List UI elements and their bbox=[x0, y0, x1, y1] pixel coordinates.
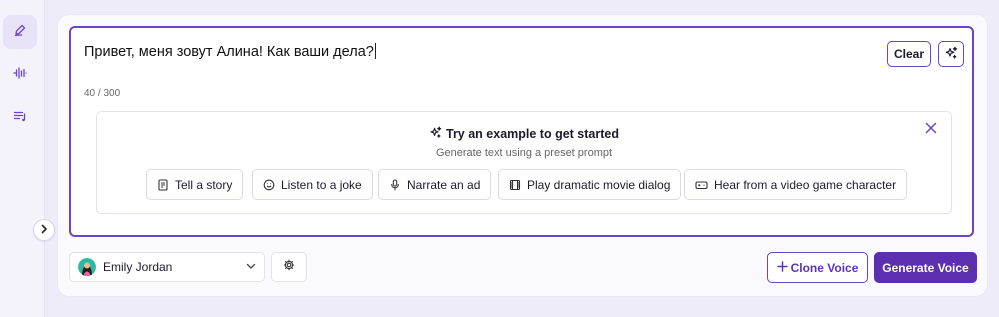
example-chip-ad[interactable]: Narrate an ad bbox=[378, 169, 492, 200]
film-icon bbox=[509, 179, 521, 191]
example-chip-story[interactable]: Tell a story bbox=[146, 169, 244, 200]
sidebar-expand-button[interactable] bbox=[33, 219, 55, 241]
enhance-button[interactable] bbox=[938, 41, 964, 67]
sparkle-icon bbox=[944, 46, 958, 63]
example-chip-game-character[interactable]: Hear from a video game character bbox=[684, 169, 908, 200]
generate-voice-button[interactable]: Generate Voice bbox=[874, 252, 977, 283]
examples-panel: Try an example to get started Generate t… bbox=[96, 111, 952, 214]
clone-voice-button[interactable]: Clone Voice bbox=[767, 252, 868, 283]
voice-selector[interactable]: Emily Jordan bbox=[69, 252, 265, 282]
example-chip-label: Hear from a video game character bbox=[714, 177, 897, 192]
clone-voice-label: Clone Voice bbox=[790, 260, 859, 275]
sidebar bbox=[0, 0, 45, 317]
close-icon bbox=[925, 121, 937, 139]
example-chip-joke[interactable]: Listen to a joke bbox=[252, 169, 373, 200]
example-chip-label: Play dramatic movie dialog bbox=[527, 177, 671, 192]
clear-button[interactable]: Clear bbox=[887, 41, 931, 67]
examples-subtitle: Generate text using a preset prompt bbox=[435, 147, 613, 159]
voice-settings-button[interactable] bbox=[271, 252, 307, 282]
examples-close-button[interactable] bbox=[923, 122, 939, 138]
prompt-text: Привет, меня зовут Алина! Как ваши дела? bbox=[84, 44, 374, 60]
text-caret bbox=[374, 43, 376, 59]
prompt-text-area[interactable]: Привет, меня зовут Алина! Как ваши дела? bbox=[84, 43, 376, 60]
voice-name: Emily Jordan bbox=[103, 260, 173, 274]
smile-icon bbox=[263, 179, 275, 191]
plus-icon bbox=[776, 260, 788, 275]
sidebar-item-voice[interactable] bbox=[3, 58, 37, 92]
gear-icon bbox=[283, 258, 295, 276]
book-icon bbox=[157, 178, 169, 191]
examples-title-text: Try an example to get started bbox=[446, 127, 619, 141]
example-chip-label: Tell a story bbox=[175, 177, 233, 192]
gamepad-icon bbox=[695, 179, 708, 191]
sidebar-item-playlist[interactable] bbox=[3, 101, 37, 135]
pen-icon bbox=[13, 23, 27, 42]
sparkle-icon bbox=[429, 126, 442, 142]
playlist-icon bbox=[13, 109, 27, 128]
example-chip-movie-dialog[interactable]: Play dramatic movie dialog bbox=[498, 169, 682, 200]
example-chip-label: Listen to a joke bbox=[281, 177, 362, 192]
microphone-icon bbox=[389, 178, 401, 191]
chevron-down-icon bbox=[246, 258, 256, 276]
examples-title: Try an example to get started bbox=[97, 126, 951, 142]
text-editor[interactable]: Привет, меня зовут Алина! Как ваши дела?… bbox=[69, 26, 974, 237]
character-counter: 40 / 300 bbox=[84, 88, 121, 99]
waveform-icon bbox=[13, 66, 27, 85]
sidebar-item-text-to-speech[interactable] bbox=[3, 15, 37, 49]
avatar bbox=[78, 258, 96, 276]
chevron-right-icon bbox=[39, 221, 49, 239]
example-chip-label: Narrate an ad bbox=[407, 177, 481, 192]
